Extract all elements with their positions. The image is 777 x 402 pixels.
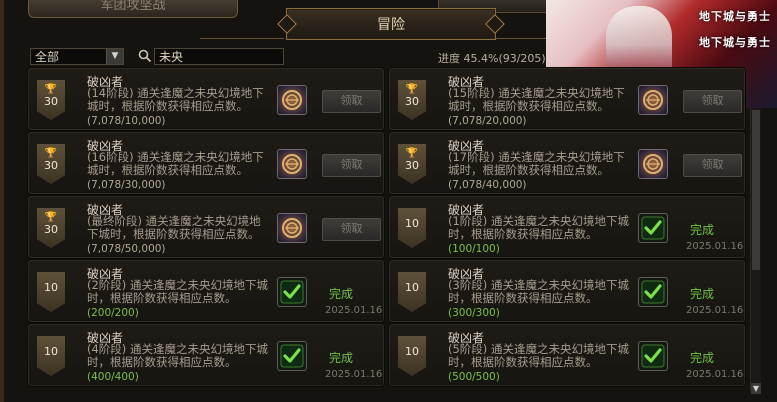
achievement-description: (4阶段) 通关逢魔之未央幻境地下城时，根据阶数获得相应点数。: [87, 342, 268, 369]
complete-status: 完成: [329, 351, 354, 365]
points-value: 30: [44, 223, 58, 236]
achievement-progress: (100/100): [448, 243, 500, 255]
points-badge: 10: [37, 272, 65, 312]
list-scrollbar[interactable]: ▼: [750, 108, 761, 394]
complete-status: 完成: [690, 223, 715, 237]
list-item: 🏆 30 破凶者 (14阶段) 通关逢魔之未央幻境地下城时，根据阶数获得相应点数。 (7…: [28, 68, 384, 130]
complete-date: 2025.01.16: [325, 369, 383, 380]
achievement-description: (17阶段) 通关逢魔之未央幻境地下城时，根据阶数获得相应点数。: [448, 150, 625, 177]
achievement-progress: (7,078/20,000): [448, 115, 527, 127]
complete-status: 完成: [329, 287, 354, 301]
progress-summary: 进度 45.4%(93/205): [438, 52, 546, 65]
banner-logo-2: 地下城与勇士: [699, 36, 771, 49]
claim-button[interactable]: 领取: [322, 90, 381, 113]
points-value: 10: [405, 217, 419, 230]
achievement-progress: (7,078/40,000): [448, 179, 527, 191]
search-icon[interactable]: [138, 49, 152, 63]
tab-adventure-label: 冒险: [377, 17, 405, 33]
list-item: 🏆 30 破凶者 (最终阶段) 通关逢魔之未央幻境地下城时，根据阶数获得相应点数。 (7…: [28, 196, 384, 258]
points-value: 30: [405, 95, 419, 108]
reward-emblem-icon[interactable]: [277, 85, 307, 115]
checkmark-icon: [638, 341, 668, 371]
achievement-description: (1阶段) 通关逢魔之未央幻境地下城时，根据阶数获得相应点数。: [448, 214, 629, 241]
reward-emblem-icon[interactable]: [277, 149, 307, 179]
search-input[interactable]: [154, 48, 284, 65]
points-badge: 🏆 30: [37, 144, 65, 184]
points-badge: 🏆 30: [398, 80, 426, 120]
checkmark-icon: [638, 213, 668, 243]
achievement-list: 🏆 30 破凶者 (14阶段) 通关逢魔之未央幻境地下城时，根据阶数获得相应点数。 (7…: [20, 68, 748, 398]
achievement-description: (14阶段) 通关逢魔之未央幻境地下城时，根据阶数获得相应点数。: [87, 86, 264, 113]
points-value: 30: [44, 159, 58, 172]
complete-status: 完成: [690, 287, 715, 301]
reward-emblem-icon[interactable]: [277, 213, 307, 243]
achievement-description: (2阶段) 通关逢魔之未央幻境地下城时，根据阶数获得相应点数。: [87, 278, 268, 305]
tab-legion-siege[interactable]: 军团攻坚战: [28, 0, 238, 18]
points-badge: 10: [398, 336, 426, 376]
achievement-description: (15阶段) 通关逢魔之未央幻境地下城时，根据阶数获得相应点数。: [448, 86, 625, 113]
complete-date: 2025.01.16: [686, 305, 744, 316]
window-left-border: [0, 0, 4, 402]
reward-emblem-icon[interactable]: [638, 85, 668, 115]
achievement-description: (16阶段) 通关逢魔之未央幻境地下城时，根据阶数获得相应点数。: [87, 150, 264, 177]
points-value: 30: [405, 159, 419, 172]
achievement-description: (5阶段) 通关逢魔之未央幻境地下城时，根据阶数获得相应点数。: [448, 342, 629, 369]
achievement-progress: (7,078/10,000): [87, 115, 166, 127]
list-item: 10 破凶者 (2阶段) 通关逢魔之未央幻境地下城时，根据阶数获得相应点数。 (200…: [28, 260, 384, 322]
divider-right: [496, 38, 546, 39]
achievement-description: (3阶段) 通关逢魔之未央幻境地下城时，根据阶数获得相应点数。: [448, 278, 629, 305]
achievement-progress: (300/300): [448, 307, 500, 319]
points-value: 30: [44, 95, 58, 108]
points-badge: 🏆 30: [37, 208, 65, 248]
checkmark-icon: [277, 341, 307, 371]
points-value: 10: [405, 281, 419, 294]
points-badge: 🏆 30: [37, 80, 65, 120]
banner-logo-1: 地下城与勇士: [699, 10, 771, 23]
list-item: 🏆 30 破凶者 (17阶段) 通关逢魔之未央幻境地下城时，根据阶数获得相应点数。 (7…: [389, 132, 745, 194]
claim-button[interactable]: 领取: [683, 154, 742, 177]
tab-adventure[interactable]: 冒险: [286, 8, 496, 40]
claim-button[interactable]: 领取: [322, 154, 381, 177]
achievement-progress: (7,078/30,000): [87, 179, 166, 191]
complete-date: 2025.01.16: [686, 241, 744, 252]
checkmark-icon: [638, 277, 668, 307]
category-dropdown[interactable]: 全部 ▼: [30, 48, 124, 65]
claim-button[interactable]: 领取: [683, 90, 742, 113]
list-item: 🏆 30 破凶者 (16阶段) 通关逢魔之未央幻境地下城时，根据阶数获得相应点数。 (7…: [28, 132, 384, 194]
points-badge: 10: [37, 336, 65, 376]
points-badge: 🏆 30: [398, 144, 426, 184]
checkmark-icon: [277, 277, 307, 307]
points-value: 10: [405, 345, 419, 358]
achievement-progress: (400/400): [87, 371, 139, 383]
chevron-down-icon[interactable]: ▼: [106, 49, 123, 64]
claim-button[interactable]: 领取: [322, 218, 381, 241]
complete-date: 2025.01.16: [325, 305, 383, 316]
points-badge: 10: [398, 208, 426, 248]
achievement-progress: (500/500): [448, 371, 500, 383]
list-item: 10 破凶者 (4阶段) 通关逢魔之未央幻境地下城时，根据阶数获得相应点数。 (400…: [28, 324, 384, 386]
points-value: 10: [44, 281, 58, 294]
category-value: 全部: [35, 50, 60, 64]
points-value: 10: [44, 345, 58, 358]
achievement-progress: (7,078/50,000): [87, 243, 166, 255]
scroll-down-arrow-icon[interactable]: ▼: [751, 383, 761, 394]
points-badge: 10: [398, 272, 426, 312]
achievement-progress: (200/200): [87, 307, 139, 319]
complete-date: 2025.01.16: [686, 369, 744, 380]
scrollbar-thumb[interactable]: [752, 110, 760, 270]
complete-status: 完成: [690, 351, 715, 365]
list-item: 10 破凶者 (1阶段) 通关逢魔之未央幻境地下城时，根据阶数获得相应点数。 (100…: [389, 196, 745, 258]
reward-emblem-icon[interactable]: [638, 149, 668, 179]
list-item: 10 破凶者 (5阶段) 通关逢魔之未央幻境地下城时，根据阶数获得相应点数。 (500…: [389, 324, 745, 386]
list-item: 10 破凶者 (3阶段) 通关逢魔之未央幻境地下城时，根据阶数获得相应点数。 (300…: [389, 260, 745, 322]
divider-left: [200, 38, 284, 39]
list-item: 🏆 30 破凶者 (15阶段) 通关逢魔之未央幻境地下城时，根据阶数获得相应点数。 (7…: [389, 68, 745, 130]
achievement-description: (最终阶段) 通关逢魔之未央幻境地下城时，根据阶数获得相应点数。: [87, 214, 261, 241]
